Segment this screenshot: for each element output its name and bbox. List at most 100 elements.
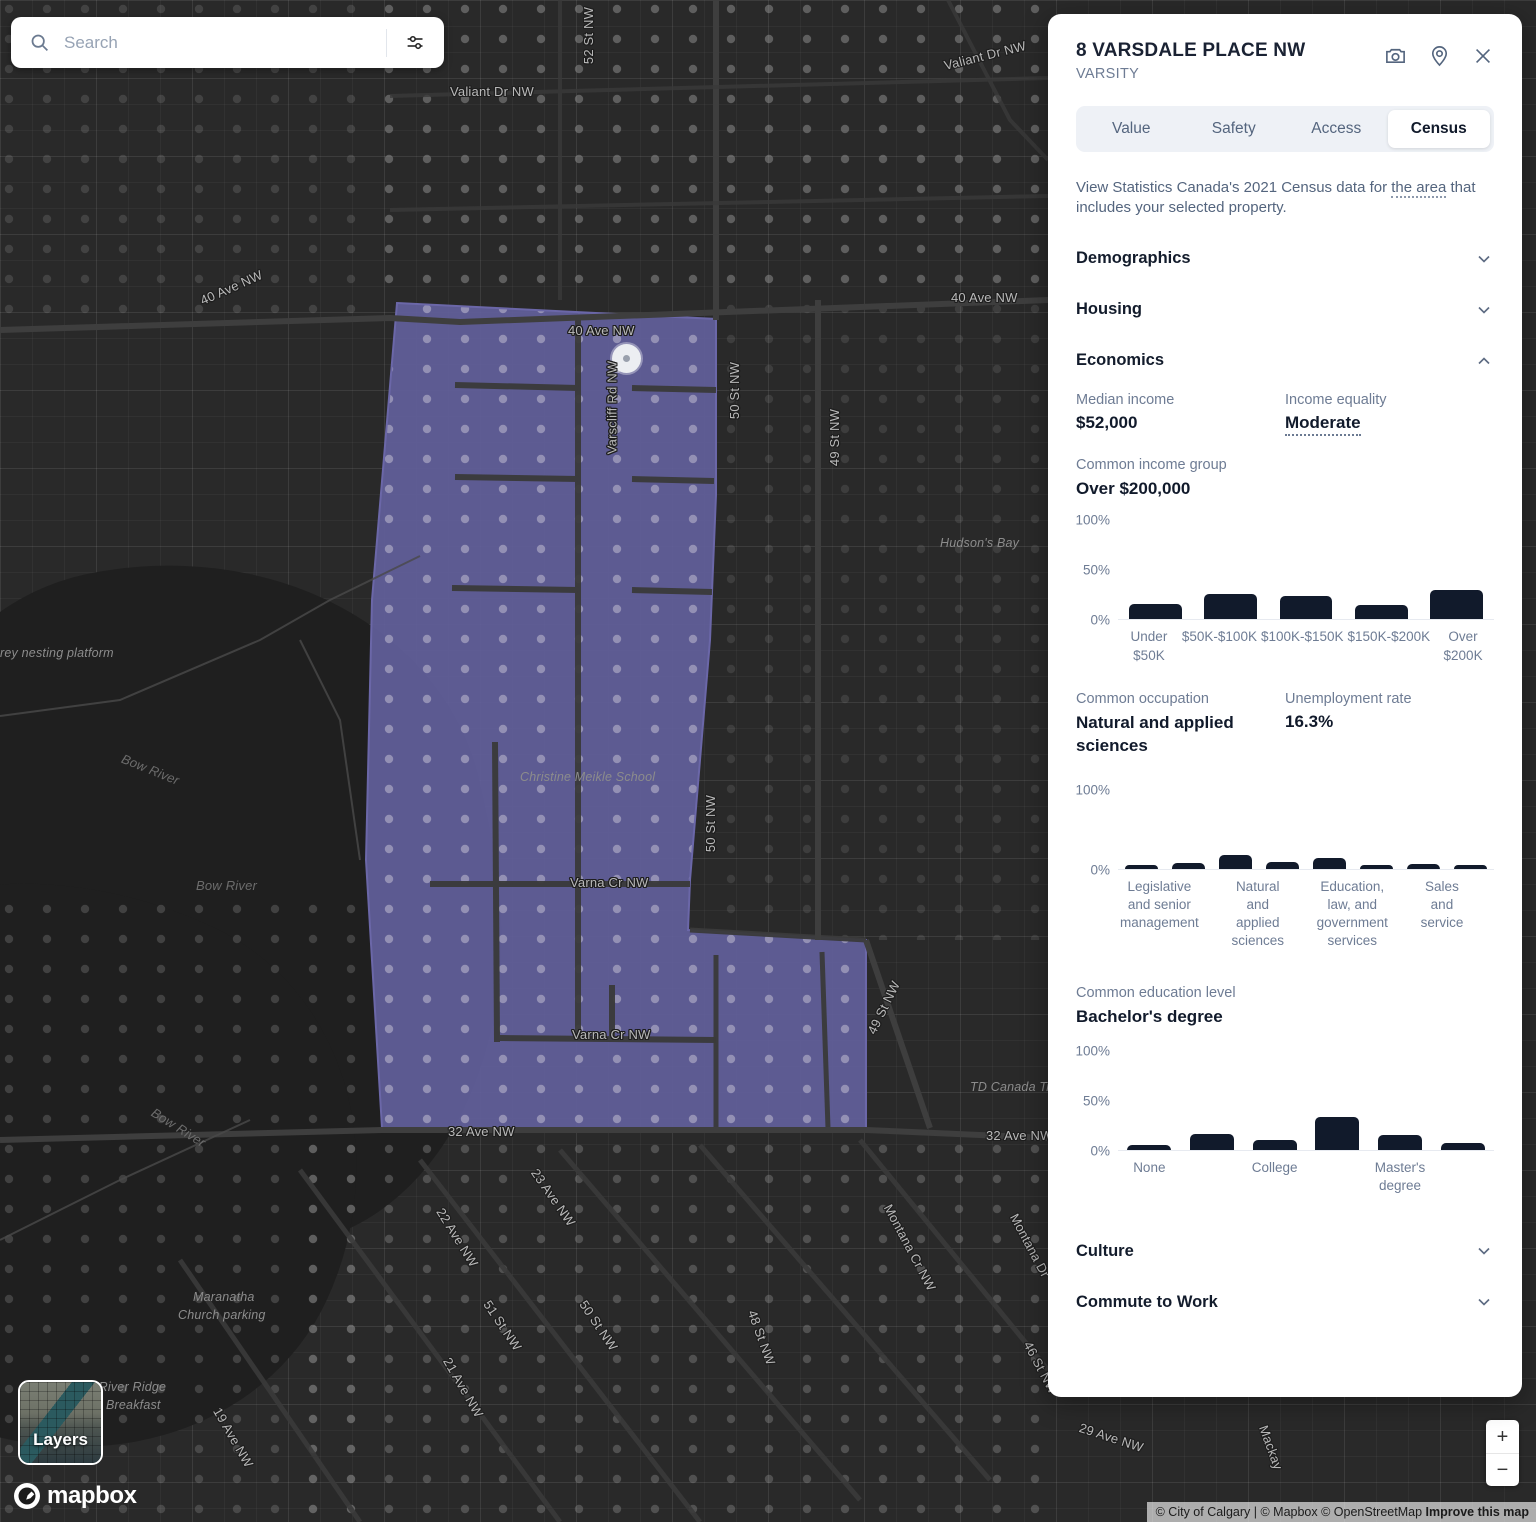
improve-this-map-link[interactable]: Improve this map	[1426, 1505, 1530, 1519]
zoom-controls[interactable]: + −	[1486, 1420, 1519, 1486]
bar-cell[interactable]	[1400, 863, 1447, 869]
search-input[interactable]	[64, 32, 386, 53]
bar[interactable]	[1378, 1134, 1422, 1150]
mapbox-mark-icon	[14, 1483, 40, 1509]
common-education-stat: Common education level Bachelor's degree	[1076, 985, 1494, 1029]
bar-cell[interactable]	[1212, 855, 1259, 869]
x-axis-label	[1201, 878, 1230, 951]
bar[interactable]	[1360, 864, 1393, 869]
y-axis-tick: 100%	[1075, 512, 1110, 528]
x-axis-label: $50K-$100K	[1181, 629, 1257, 645]
bar[interactable]	[1430, 590, 1483, 620]
bar-cell[interactable]	[1447, 864, 1494, 869]
x-axis-label	[1306, 1159, 1369, 1195]
chevron-down-icon	[1474, 249, 1494, 269]
bar[interactable]	[1454, 864, 1487, 869]
attribution-text: © City of Calgary | © Mapbox © OpenStree…	[1155, 1505, 1426, 1519]
x-axis-label: Natural and applied sciences	[1231, 878, 1284, 949]
bar[interactable]	[1315, 1116, 1360, 1150]
income-equality-value[interactable]: Moderate	[1285, 413, 1361, 436]
economics-content: Median income $52,000 Income equality Mo…	[1075, 392, 1494, 1196]
bar[interactable]	[1204, 594, 1258, 620]
bar[interactable]	[1279, 596, 1333, 620]
accordion-culture[interactable]: Culture	[1076, 1225, 1494, 1276]
map-pin-icon[interactable]	[1428, 44, 1451, 67]
chevron-up-icon	[1474, 351, 1494, 371]
accordion-economics[interactable]: Economics	[1076, 335, 1494, 386]
unemployment-rate-value: 16.3%	[1285, 711, 1334, 731]
tab-value[interactable]: Value	[1080, 110, 1183, 148]
map-label: Varna Cr NW	[572, 1027, 651, 1042]
map-label: Hudson's Bay	[940, 536, 1020, 550]
bar[interactable]	[1129, 604, 1182, 620]
search-bar[interactable]	[11, 17, 444, 68]
accordion-commute-title: Commute to Work	[1076, 1292, 1218, 1311]
map-label: 32 Ave NW	[448, 1124, 515, 1139]
common-education-label: Common education level	[1076, 984, 1236, 1001]
y-axis-tick: 0%	[1090, 612, 1110, 628]
bar-cell[interactable]	[1165, 863, 1212, 869]
common-income-group-label: Common income group	[1076, 456, 1227, 473]
map-label: TD Canada Tr	[970, 1080, 1051, 1094]
zoom-in-button[interactable]: +	[1486, 1420, 1519, 1453]
the-area-link[interactable]: the area	[1391, 179, 1447, 198]
accordion-demographics[interactable]: Demographics	[1076, 233, 1494, 284]
bar[interactable]	[1407, 863, 1440, 869]
mapbox-logo[interactable]: mapbox	[14, 1482, 137, 1510]
common-education-value: Bachelor's degree	[1076, 1006, 1223, 1026]
bar[interactable]	[1440, 1142, 1485, 1150]
filter-sliders-icon[interactable]	[387, 32, 444, 53]
bar-cell[interactable]	[1118, 604, 1193, 620]
income-distribution-chart: 0% 50% 100% Under $50K $50K-$100K $100K-$150…	[1075, 513, 1494, 664]
camera-icon[interactable]	[1384, 44, 1407, 67]
bar-cell[interactable]	[1243, 1139, 1306, 1150]
bar-cell[interactable]	[1259, 861, 1306, 869]
bar-cell[interactable]	[1118, 1144, 1181, 1150]
income-equality-stat: Income equality Moderate	[1285, 392, 1494, 436]
bar[interactable]	[1172, 863, 1205, 869]
map-label: 40 Ave NW	[568, 323, 635, 338]
bar-cell[interactable]	[1353, 864, 1400, 869]
bar-cell[interactable]	[1431, 1142, 1494, 1150]
layers-button[interactable]: Layers	[18, 1380, 103, 1465]
bar[interactable]	[1125, 864, 1158, 869]
bar-cell[interactable]	[1268, 596, 1343, 620]
bar[interactable]	[1354, 605, 1408, 620]
bar-cell[interactable]	[1181, 1133, 1244, 1150]
map-label: Christine Meikle School	[520, 770, 656, 784]
bar-cell[interactable]	[1419, 590, 1494, 620]
bar-cell[interactable]	[1369, 1134, 1432, 1150]
x-axis-label	[1286, 878, 1315, 951]
income-equality-label: Income equality	[1285, 391, 1387, 408]
bar-cell[interactable]	[1193, 594, 1268, 620]
panel-tabs[interactable]: Value Safety Access Census	[1076, 106, 1494, 152]
education-chart-x-labels: None College Master's degree	[1118, 1159, 1494, 1195]
bar[interactable]	[1127, 1144, 1172, 1150]
bar-cell[interactable]	[1344, 605, 1419, 620]
accordion-culture-title: Culture	[1076, 1241, 1134, 1260]
tab-safety[interactable]: Safety	[1183, 110, 1286, 148]
close-icon[interactable]	[1472, 45, 1494, 67]
property-details-panel: 8 VARSDALE PLACE NW VARSITY Value Safety…	[1048, 14, 1522, 1397]
zoom-out-button[interactable]: −	[1486, 1453, 1519, 1486]
median-income-value: $52,000	[1076, 412, 1138, 432]
bar[interactable]	[1313, 857, 1346, 869]
y-axis-tick: 100%	[1075, 782, 1110, 798]
accordion-commute-to-work[interactable]: Commute to Work	[1076, 1276, 1494, 1327]
bar[interactable]	[1219, 855, 1252, 869]
mapbox-wordmark: mapbox	[47, 1482, 137, 1509]
bar[interactable]	[1252, 1139, 1297, 1150]
occupation-chart-y-axis: 0% 100%	[1075, 782, 1118, 877]
x-axis-label	[1181, 1159, 1244, 1195]
tab-access[interactable]: Access	[1285, 110, 1388, 148]
accordion-housing[interactable]: Housing	[1076, 284, 1494, 335]
bar-cell[interactable]	[1118, 864, 1165, 869]
bar-cell[interactable]	[1306, 1116, 1369, 1150]
bar[interactable]	[1190, 1133, 1234, 1150]
income-chart-x-labels: Under $50K $50K-$100K $100K-$150K $150K-$20…	[1118, 628, 1494, 664]
map-attribution: © City of Calgary | © Mapbox © OpenStree…	[1146, 1502, 1536, 1522]
median-income-stat: Median income $52,000	[1076, 392, 1285, 436]
bar[interactable]	[1266, 861, 1299, 869]
bar-cell[interactable]	[1306, 857, 1353, 869]
tab-census[interactable]: Census	[1387, 110, 1490, 148]
